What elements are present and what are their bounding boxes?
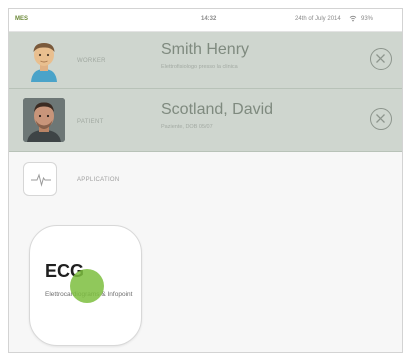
- status-date: 24th of July 2014: [295, 16, 341, 22]
- heartbeat-icon[interactable]: [23, 162, 57, 196]
- patient-subtitle: Paziente, DOB 05/07: [161, 124, 213, 130]
- worker-row: WORKER Smith Henry Elettrofisiologo pres…: [9, 32, 402, 89]
- close-worker-button[interactable]: [370, 48, 392, 70]
- status-time: 14:32: [201, 16, 217, 22]
- close-patient-button[interactable]: [370, 108, 392, 130]
- worker-subtitle: Elettrofisiologo presso la clinica: [161, 64, 238, 70]
- wifi-icon: [349, 15, 357, 24]
- status-bar: MES 14:32 24th of July 2014 93%: [9, 9, 402, 32]
- patient-photo: [23, 98, 65, 142]
- patient-name: Scotland, David: [161, 101, 274, 118]
- application-label: APPLICATION: [77, 177, 120, 183]
- patient-row: PATIENT Scotland, David Paziente, DOB 05…: [9, 89, 402, 152]
- close-icon: [376, 114, 385, 123]
- patient-role-label: PATIENT: [77, 119, 104, 125]
- worker-avatar-icon: [23, 38, 65, 82]
- application-row: APPLICATION: [9, 152, 402, 208]
- ipad-screen: MES 14:32 24th of July 2014 93% WORKER S…: [8, 8, 403, 353]
- worker-name: Smith Henry: [161, 41, 250, 58]
- touch-indicator: [70, 269, 104, 303]
- battery-level: 93%: [361, 16, 374, 22]
- close-icon: [376, 54, 385, 63]
- carrier-name: MES: [15, 16, 29, 22]
- worker-role-label: WORKER: [77, 58, 106, 64]
